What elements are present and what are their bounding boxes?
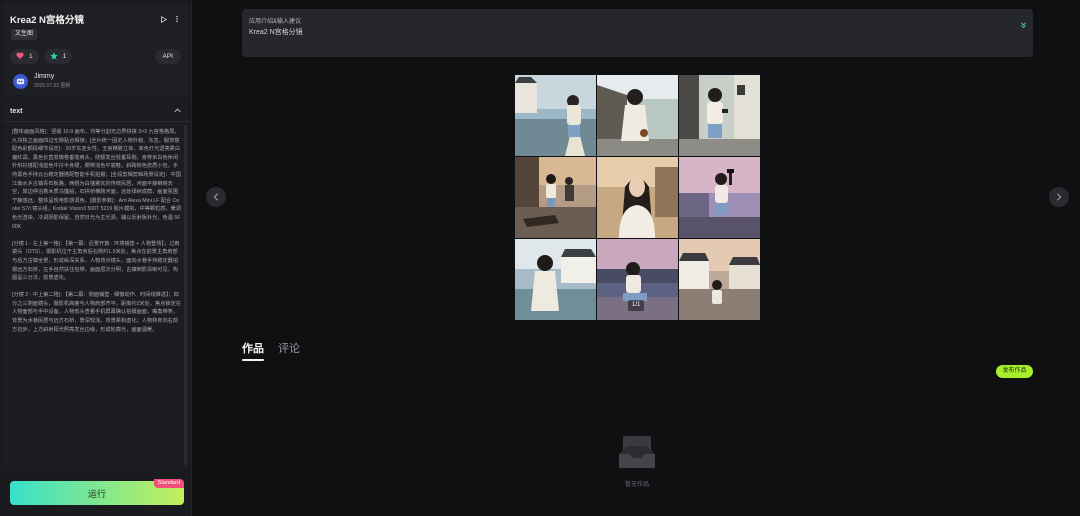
app-intro-label: 应用介绍&输入建议 (249, 19, 302, 25)
storyboard-frame-7[interactable] (515, 239, 596, 320)
prompt-textarea[interactable]: [整体画面风格]：竖版 16:9 画布，均等分割无边界拼接 3×3 九宫格格局，… (12, 128, 182, 334)
text-input-card: text [整体画面风格]：竖版 16:9 画布，均等分割无边界拼接 3×3 九… (3, 99, 189, 471)
storyboard-frame-4[interactable] (515, 157, 596, 238)
storyboard-frame-3[interactable] (679, 75, 760, 156)
empty-state-label: 暂无作品 (624, 482, 649, 488)
avatar (13, 73, 28, 89)
storyboard-grid[interactable] (515, 75, 760, 320)
app-info-card: Krea2 N宫格分镜 文生图 1 1 API Jimmy 2026.07.02… (3, 3, 189, 95)
empty-inbox-icon (617, 432, 657, 477)
app-title-row: Krea2 N宫格分镜 (10, 12, 181, 26)
tab-works[interactable]: 作品 (242, 340, 264, 361)
left-panel: Krea2 N宫格分镜 文生图 1 1 API Jimmy 2026.07.02… (0, 0, 192, 516)
previous-button[interactable] (206, 187, 226, 207)
api-button[interactable]: API (154, 49, 181, 64)
author-info: Jimmy 2026.07.02 更新 (34, 73, 70, 89)
title-actions (159, 15, 181, 23)
text-section-header[interactable]: text (10, 106, 181, 116)
storyboard-frame-2[interactable] (597, 75, 678, 156)
standard-badge: Standard (153, 479, 184, 488)
stats-row: 1 1 (10, 49, 73, 64)
text-section-title: text (10, 107, 23, 115)
play-icon[interactable] (159, 15, 167, 23)
chevron-right-icon (1056, 188, 1062, 206)
update-date: 2026.07.02 更新 (34, 83, 71, 89)
double-chevron-down-icon[interactable] (1020, 16, 1027, 34)
empty-state: 暂无作品 (614, 432, 660, 488)
image-counter: 1/1 (628, 300, 645, 311)
tab-comments[interactable]: 评论 (278, 340, 300, 361)
storyboard-frame-9[interactable] (679, 239, 760, 320)
category-tag[interactable]: 文生图 (11, 29, 38, 40)
storyboard-frame-1[interactable] (515, 75, 596, 156)
app-title: Krea2 N宫格分镜 (10, 15, 84, 26)
content-tabs: 作品 评论 (242, 340, 300, 361)
chevron-left-icon (213, 188, 219, 206)
author-name: Jimmy (34, 73, 55, 80)
star-icon (49, 51, 58, 62)
storyboard-frame-5[interactable] (597, 157, 678, 238)
storyboard-frame-6[interactable] (679, 157, 760, 238)
app-intro-value: Krea2 N宫格分镜 (249, 29, 303, 36)
next-button[interactable] (1049, 187, 1069, 207)
divider (3, 121, 189, 122)
run-button[interactable]: 运行 Standard (10, 479, 184, 505)
like-button[interactable]: 1 (10, 49, 39, 64)
like-count: 1 (29, 53, 33, 60)
author-row[interactable]: Jimmy 2026.07.02 更新 (13, 73, 70, 89)
run-label: 运行 (87, 488, 106, 499)
publish-work-button[interactable]: 发布作品 (996, 365, 1033, 378)
scrollbar[interactable] (184, 125, 187, 465)
favorite-button[interactable]: 1 (43, 49, 73, 64)
heart-icon (16, 52, 24, 61)
chevron-up-icon[interactable] (174, 107, 181, 115)
favorite-count: 1 (62, 53, 67, 60)
more-vertical-icon[interactable] (173, 15, 181, 23)
app-intro-box: 应用介绍&输入建议 Krea2 N宫格分镜 (242, 9, 1033, 57)
